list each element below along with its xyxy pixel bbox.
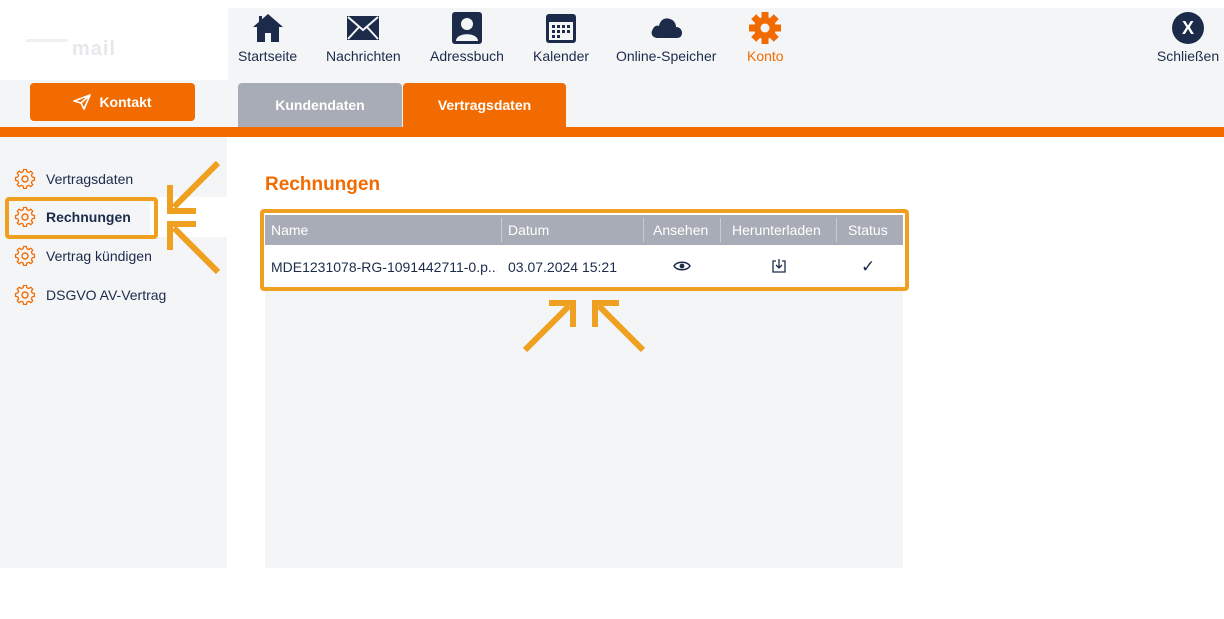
invoice-date: 03.07.2024 15:21 — [508, 259, 617, 275]
nav-startseite[interactable]: Startseite — [238, 12, 297, 64]
send-icon — [73, 94, 92, 110]
logo-area: mail — [0, 8, 228, 80]
close-icon: X — [1172, 12, 1204, 44]
header-divider — [0, 127, 1224, 137]
home-icon — [252, 14, 283, 42]
eye-icon — [673, 261, 691, 271]
contact-card-icon — [451, 12, 482, 44]
logo-mark-icon — [17, 39, 69, 55]
view-invoice-button[interactable] — [673, 259, 691, 275]
status-check-icon: ✓ — [861, 257, 876, 276]
column-header-ansehen: Ansehen — [653, 222, 709, 238]
kontakt-button[interactable]: Kontakt — [30, 83, 195, 121]
cloud-icon — [651, 18, 683, 38]
gear-icon — [14, 168, 36, 189]
app-root: mail Startseite Nachrichten Adressbuch K… — [0, 0, 1224, 619]
column-header-name[interactable]: Name — [271, 215, 308, 245]
invoice-name: MDE1231078-RG-1091442711-0.p... — [271, 259, 497, 275]
table-header: Name Datum Ansehen Herunterladen Status — [265, 215, 903, 245]
download-icon — [772, 259, 786, 273]
tab-vertragsdaten[interactable]: Vertragsdaten — [403, 83, 566, 127]
sidebar-item-dsgvo[interactable]: DSGVO AV-Vertrag — [14, 284, 166, 306]
sidebar — [0, 137, 227, 568]
calendar-icon — [546, 14, 577, 43]
column-divider — [720, 218, 721, 242]
gear-icon — [749, 12, 782, 44]
column-divider — [501, 218, 502, 242]
column-header-herunterladen: Herunterladen — [732, 222, 821, 238]
nav-nachrichten[interactable]: Nachrichten — [326, 12, 401, 64]
sidebar-item-vertrag-kuendigen[interactable]: Vertrag kündigen — [14, 245, 152, 267]
nav-adressbuch[interactable]: Adressbuch — [430, 12, 504, 64]
nav-online-speicher[interactable]: Online-Speicher — [616, 12, 716, 64]
page-title: Rechnungen — [265, 174, 381, 195]
sidebar-item-rechnungen[interactable]: Rechnungen — [14, 206, 131, 228]
column-header-datum[interactable]: Datum — [508, 215, 549, 245]
column-header-status: Status — [848, 222, 888, 238]
sidebar-active-gap — [150, 197, 227, 237]
column-divider — [836, 218, 837, 242]
gear-icon — [14, 245, 36, 266]
gear-icon — [14, 284, 36, 305]
nav-kalender[interactable]: Kalender — [533, 12, 589, 64]
column-divider — [643, 218, 644, 242]
envelope-icon — [347, 16, 380, 40]
tab-kundendaten[interactable]: Kundendaten — [238, 83, 402, 127]
download-invoice-button[interactable] — [771, 258, 787, 276]
logo: mail — [17, 38, 116, 61]
table-row: MDE1231078-RG-1091442711-0.p... 03.07.20… — [265, 245, 903, 289]
close-button[interactable]: X Schließen — [1154, 12, 1222, 64]
nav-konto[interactable]: Konto — [747, 12, 784, 64]
gear-icon — [14, 206, 36, 227]
sidebar-item-vertragsdaten[interactable]: Vertragsdaten — [14, 168, 133, 190]
